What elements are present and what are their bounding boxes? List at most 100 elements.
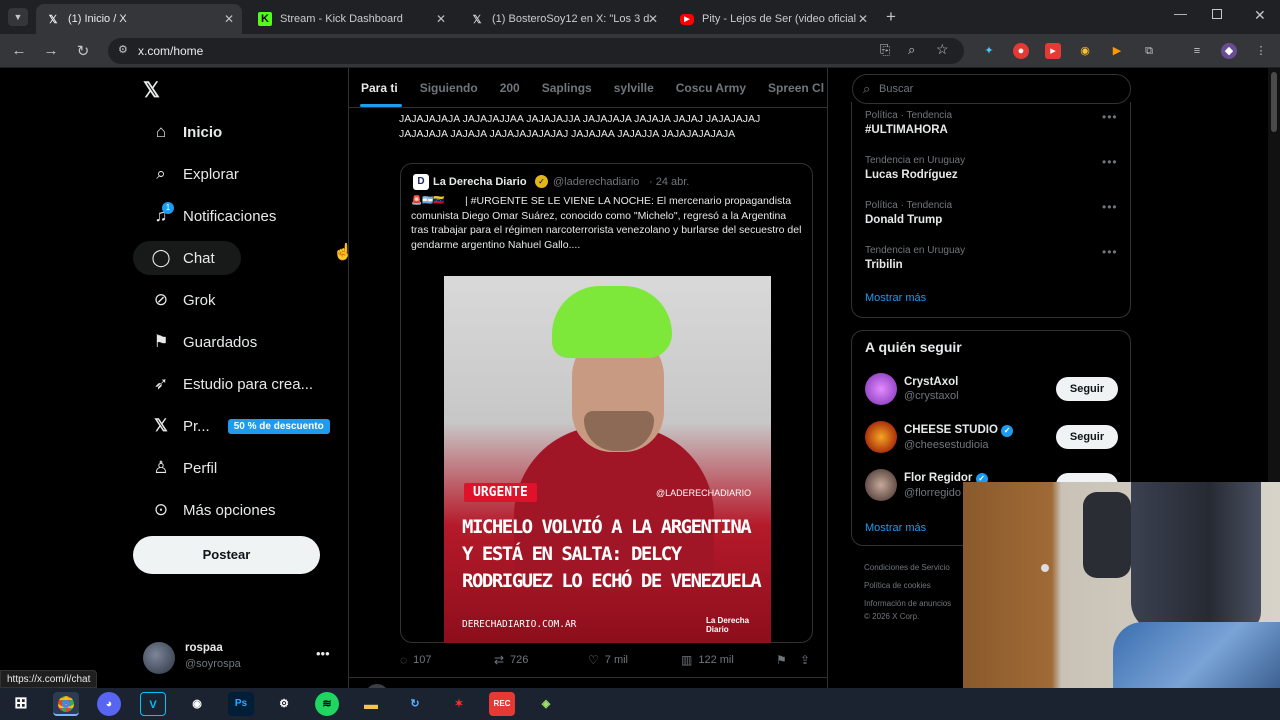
search-icon: ⌕ — [863, 81, 871, 96]
news-image[interactable]: URGENTE @LADERECHADIARIO MICHELO VOLVIÓ … — [444, 276, 771, 643]
discord-icon[interactable]: ◕ — [97, 692, 121, 716]
tab-saplings[interactable]: Saplings — [542, 81, 592, 95]
chrome-icon[interactable] — [53, 692, 79, 716]
steam-icon[interactable]: ⚙ — [271, 692, 297, 716]
vegas-icon[interactable]: V — [140, 692, 166, 716]
tab-para-ti[interactable]: Para ti — [361, 81, 398, 95]
tab-bostero[interactable]: 𝕏 (1) BosteroSoy12 en X: "Los 3 d ✕ — [460, 4, 666, 34]
trend-item[interactable]: Política · Tendencia #ULTIMAHORA — [865, 110, 952, 136]
reply-action[interactable]: ◌ 107 — [400, 653, 432, 667]
tab-coscu-army[interactable]: Coscu Army — [676, 81, 746, 95]
tab-pity[interactable]: ▶ Pity - Lejos de Ser (video oficial ✕ — [670, 4, 876, 34]
trend-more-icon[interactable]: ••• — [1102, 155, 1118, 169]
video-extension-icon[interactable]: ▸ — [1045, 43, 1061, 59]
address-bar: ← → ↻ ⚙ x.com/home ⎘ ⌕ ☆ ✦ ● ▸ ◉ ▶ ⧉ ≡ ◆… — [0, 34, 1280, 68]
repost-action[interactable]: ⇄ 726 — [494, 653, 528, 667]
hanging-clothes — [1131, 482, 1261, 632]
bed-blanket — [1113, 622, 1280, 688]
url-input[interactable]: ⚙ x.com/home ⎘ ⌕ ☆ — [108, 38, 964, 64]
red-extension-icon[interactable]: ● — [1013, 43, 1029, 59]
post-button[interactable]: Postear — [133, 536, 320, 574]
browser-menu-icon[interactable]: ⋮ — [1253, 43, 1269, 59]
sidebar-item-perfil[interactable]: ♙ Perfil — [133, 451, 217, 485]
verified-icon: ✓ — [1001, 424, 1014, 437]
portrait-hair — [552, 286, 672, 358]
share-action[interactable]: ⇪ — [800, 653, 816, 667]
tab-sylville[interactable]: sylville — [614, 81, 654, 95]
trend-more-icon[interactable]: ••• — [1102, 245, 1118, 259]
footer-terms[interactable]: Condiciones de Servicio — [864, 563, 950, 572]
sync-app-icon[interactable]: ↻ — [402, 692, 428, 716]
sidebar-item-notificaciones[interactable]: ♫ 1 Notificaciones — [133, 199, 276, 233]
media-app-icon[interactable]: REC — [489, 692, 515, 716]
quoted-post[interactable]: D La Derecha Diario ✓ @laderechadiario ·… — [400, 163, 813, 643]
trend-item[interactable]: Tendencia en Uruguay Tribilin — [865, 245, 965, 271]
sidebar-item-guardados[interactable]: ⚑ Guardados — [133, 325, 257, 359]
photoshop-icon[interactable]: Ps — [228, 692, 254, 716]
close-icon[interactable]: ✕ — [224, 12, 234, 26]
views-action[interactable]: ▥ 122 mil — [681, 653, 734, 667]
new-tab-icon[interactable]: + — [886, 7, 896, 27]
webcam-overlay — [963, 482, 1280, 688]
minimize-icon[interactable]: — — [1174, 6, 1187, 21]
tab-200[interactable]: 200 — [500, 81, 520, 95]
zoom-icon[interactable]: ⌕ — [908, 42, 915, 58]
scrollbar-thumb[interactable] — [1271, 72, 1277, 132]
footer-cookies[interactable]: Política de cookies — [864, 581, 931, 590]
sidebar-item-grok[interactable]: ⊘ Grok — [133, 283, 216, 317]
windows-start-icon[interactable]: ⊞ — [8, 692, 34, 716]
tab-kick[interactable]: K Stream - Kick Dashboard ✕ — [248, 4, 454, 34]
tab-inicio[interactable]: 𝕏 (1) Inicio / X ✕ — [36, 4, 242, 34]
follow-suggestion[interactable]: CHEESE STUDIO ✓ @cheesestudioia — [865, 421, 1014, 453]
follow-button[interactable]: Seguir — [1056, 425, 1118, 449]
close-window-icon[interactable]: ✕ — [1254, 7, 1266, 24]
site-info-icon[interactable]: ⚙ — [118, 43, 128, 56]
yellow-extension-icon[interactable]: ◉ — [1077, 43, 1093, 59]
forward-icon[interactable]: → — [42, 42, 60, 59]
close-icon[interactable]: ✕ — [858, 12, 868, 26]
file-explorer-icon[interactable]: ▬ — [358, 692, 384, 716]
trend-more-icon[interactable]: ••• — [1102, 200, 1118, 214]
trend-more-icon[interactable]: ••• — [1102, 110, 1118, 124]
follow-show-more[interactable]: Mostrar más — [865, 522, 926, 534]
tab-spreen[interactable]: Spreen Cl — [768, 81, 824, 95]
install-app-icon[interactable]: ⎘ — [880, 42, 890, 58]
obs-icon[interactable]: ◉ — [184, 692, 210, 716]
spotify-icon[interactable]: ≋ — [315, 692, 339, 716]
reload-icon[interactable]: ↻ — [74, 42, 92, 60]
tab-siguiendo[interactable]: Siguiendo — [420, 81, 478, 95]
reading-list-icon[interactable]: ≡ — [1189, 43, 1205, 59]
restore-icon[interactable] — [1212, 9, 1222, 19]
x-logo-icon[interactable]: 𝕏 — [143, 78, 160, 103]
tab-search-icon[interactable]: ▼ — [8, 8, 28, 26]
trend-item[interactable]: Política · Tendencia Donald Trump — [865, 200, 952, 226]
sidebar-item-premium[interactable]: 𝕏 Pr... 50 % de descuento — [133, 409, 330, 443]
close-icon[interactable]: ✕ — [436, 12, 446, 26]
play-extension-icon[interactable]: ▶ — [1109, 43, 1125, 59]
follow-suggestion[interactable]: CrystAxol @crystaxol — [865, 373, 959, 405]
bookmark-action[interactable]: ⚑ — [776, 653, 793, 667]
sidebar-item-inicio[interactable]: ⌂ Inicio — [133, 115, 222, 149]
sidebar-item-explorar[interactable]: ⌕ Explorar — [133, 157, 239, 191]
hanging-backpack — [1083, 492, 1131, 578]
trends-show-more[interactable]: Mostrar más — [865, 292, 926, 304]
footer-ads[interactable]: Información de anuncios — [864, 599, 951, 608]
extensions-icon[interactable]: ⧉ — [1141, 43, 1157, 59]
sidebar-item-chat[interactable]: ◯ Chat — [133, 241, 241, 275]
translate-extension-icon[interactable]: ✦ — [981, 43, 997, 59]
account-switcher[interactable]: rospaa @soyrospa ••• — [143, 640, 333, 674]
x-premium-icon: 𝕏 — [154, 416, 168, 435]
sidebar-item-mas[interactable]: ⊙ Más opciones — [133, 493, 276, 527]
more-icon[interactable]: ••• — [316, 646, 330, 661]
palette-app-icon[interactable]: ◈ — [533, 692, 559, 716]
bookmark-star-icon[interactable]: ☆ — [936, 41, 949, 58]
search-input[interactable]: ⌕ Buscar — [852, 74, 1131, 104]
follow-button[interactable]: Seguir — [1056, 377, 1118, 401]
back-icon[interactable]: ← — [10, 42, 28, 59]
trend-item[interactable]: Tendencia en Uruguay Lucas Rodríguez — [865, 155, 965, 181]
close-icon[interactable]: ✕ — [648, 12, 658, 26]
sidebar-item-estudio[interactable]: ➶ Estudio para crea... — [133, 367, 313, 401]
profile-avatar-icon[interactable]: ◆ — [1221, 43, 1237, 59]
red-app-icon[interactable]: ✶ — [446, 692, 472, 716]
like-action[interactable]: ♡ 7 mil — [588, 653, 628, 667]
